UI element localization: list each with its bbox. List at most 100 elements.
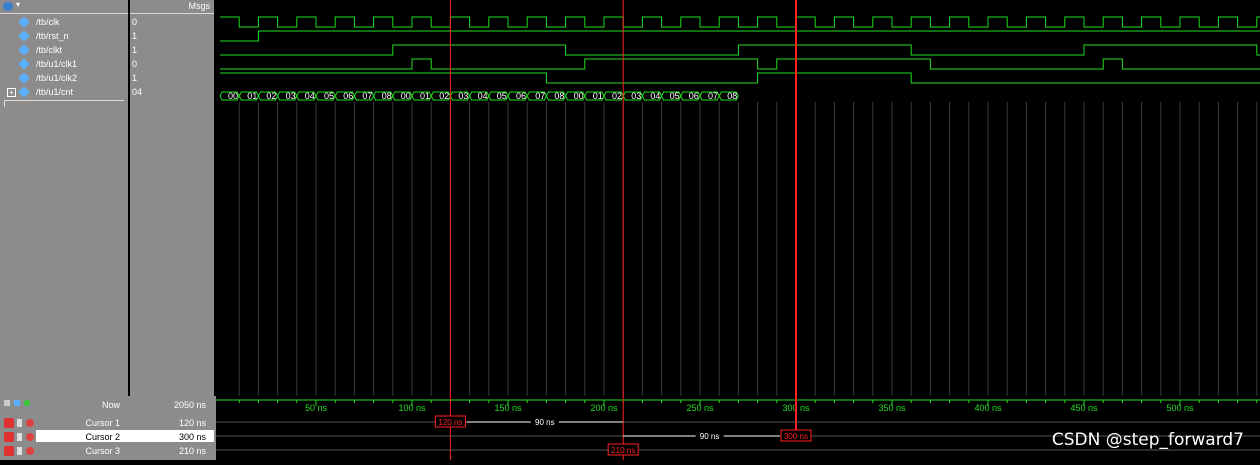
cnt-value-label: 07 [535,91,545,101]
expand-icon[interactable]: + [7,88,16,97]
cursor-edit-icon[interactable] [17,433,22,441]
signal-row[interactable]: /tb/u1/clk2 [0,71,128,85]
now-label: Now [101,400,120,410]
waveform-clk [220,16,1260,28]
cursor3-time-box: 210 ns [607,443,639,456]
cursor-label[interactable]: Cursor 1 [40,416,120,430]
selection-divider [4,100,124,101]
cnt-value-label: 03 [458,91,468,101]
cursor2-time-box-text: 300 ns [784,432,808,441]
signal-icon [18,16,30,28]
delta-label-1: 90 ns [530,417,559,427]
wave-diamond-icon[interactable] [3,2,13,11]
cursor-delete-icon[interactable] [26,447,34,455]
signal-value: 04 [132,87,143,97]
signal-name: /tb/clk [36,17,60,27]
cursor-delete-icon[interactable] [26,419,34,427]
chevron-down-icon[interactable]: ▾ [16,0,20,9]
waveform-clk2 [220,72,1260,84]
cursor-lock-icon[interactable] [4,446,14,456]
cursor-lock-icon[interactable] [4,418,14,428]
signal-name: /tb/u1/clk2 [36,73,78,83]
cnt-value-label: 03 [631,91,641,101]
cnt-value-label: 08 [554,91,564,101]
cursor3-time-box-text: 210 ns [611,446,635,455]
ruler-tick-label: 100 ns [398,403,426,413]
cnt-value-label: 07 [708,91,718,101]
signal-icon [18,72,30,84]
cnt-value-label: 05 [670,91,680,101]
signal-icon [18,86,30,98]
cnt-value-label: 05 [497,91,507,101]
cursor-value: 120 ns [178,418,206,428]
delta-label-2-text: 90 ns [700,432,720,441]
signal-name: /tb/u1/cnt [36,87,74,97]
watermark: CSDN @step_forward7 [1051,430,1244,450]
signal-row[interactable]: /tb/clk [0,15,128,29]
cnt-value-label: 02 [439,91,449,101]
cnt-value-label: 08 [382,91,392,101]
cursor2-time-box: 300 ns [780,429,812,442]
edit-cursor-icon[interactable] [14,400,20,406]
cursor-toolbar[interactable] [2,398,42,408]
cnt-value-label: 03 [286,91,296,101]
signal-row[interactable]: /tb/rst_n [0,29,128,43]
ruler-tick-label: 400 ns [974,403,1002,413]
cnt-value-label: 06 [689,91,699,101]
msgs-header: Msgs [130,0,214,14]
waveform-clkt [220,44,1260,56]
waveform-clk1 [220,58,1260,70]
values-pane: Msgs 0 1 1 0 1 04 [130,0,214,396]
cnt-value-label: 05 [324,91,334,101]
signal-row[interactable]: /tb/clkt [0,43,128,57]
names-header: ▾ [0,0,128,14]
add-cursor-icon[interactable] [4,400,10,406]
cnt-value-label: 02 [266,91,276,101]
ruler-tick-label: 350 ns [878,403,906,413]
cursor-value: 210 ns [178,446,206,456]
signal-icon [18,58,30,70]
signal-value: 0 [132,17,138,27]
cnt-value-label: 04 [305,91,315,101]
ruler-tick-label: 200 ns [590,403,618,413]
signal-value: 1 [132,45,138,55]
delete-cursor-icon[interactable] [24,400,30,406]
signal-row[interactable]: /tb/u1/clk1 [0,57,128,71]
waveform-area[interactable]: 00 01 02 03 04 05 06 07 08 00 01 02 03 04 05 06 07 08 00 01… [216,0,1260,396]
cursor-label[interactable]: Cursor 2 [40,430,120,444]
cursor-delete-icon[interactable] [26,433,34,441]
cnt-value-label: 08 [727,91,737,101]
cnt-value-label: 00 [401,91,411,101]
cnt-value-label: 00 [574,91,584,101]
ruler-tick-label: 250 ns [686,403,714,413]
cursor1-time-box: 120 ns [434,415,466,428]
cnt-value-label: 01 [247,91,257,101]
ruler-tick-label: 50 ns [305,403,328,413]
time-ruler[interactable]: 50 ns 100 ns 150 ns 200 ns 250 ns 300 ns 350 n… [216,396,1260,460]
signal-value: 0 [132,59,138,69]
cnt-value-label: 06 [343,91,353,101]
cnt-value-label: 04 [650,91,660,101]
cursor-label[interactable]: Cursor 3 [40,444,120,458]
signal-name: /tb/u1/clk1 [36,59,78,69]
cursor-lock-icon[interactable] [4,432,14,442]
cursor-edit-icon[interactable] [17,419,22,427]
delta-label-1-text: 90 ns [535,418,555,427]
insertion-marker [4,101,5,107]
cursor-edit-icon[interactable] [17,447,22,455]
cursor1-time-box-text: 120 ns [438,418,462,427]
waveform-rst-n [220,30,1260,42]
waveform-canvas[interactable]: 00 01 02 03 04 05 06 07 08 00 01 02 03 04 05 06 07 08 00 01… [216,0,1260,396]
signal-names-pane: ▾ /tb/clk/tb/rst_n/tb/clkt/tb/u1/clk1/tb… [0,0,128,396]
time-ruler-canvas[interactable]: 50 ns 100 ns 150 ns 200 ns 250 ns 300 ns 350 n… [216,396,1260,460]
cnt-value-label: 00 [228,91,238,101]
signal-value: 1 [132,31,138,41]
cnt-value-label: 04 [478,91,488,101]
signal-icon [18,44,30,56]
cursor-value: 300 ns [178,432,206,442]
signal-name: /tb/clkt [36,45,63,55]
signal-row[interactable]: + /tb/u1/cnt [0,85,128,99]
signal-value: 1 [132,73,138,83]
now-value: 2050 ns [173,400,206,410]
signal-icon [18,30,30,42]
